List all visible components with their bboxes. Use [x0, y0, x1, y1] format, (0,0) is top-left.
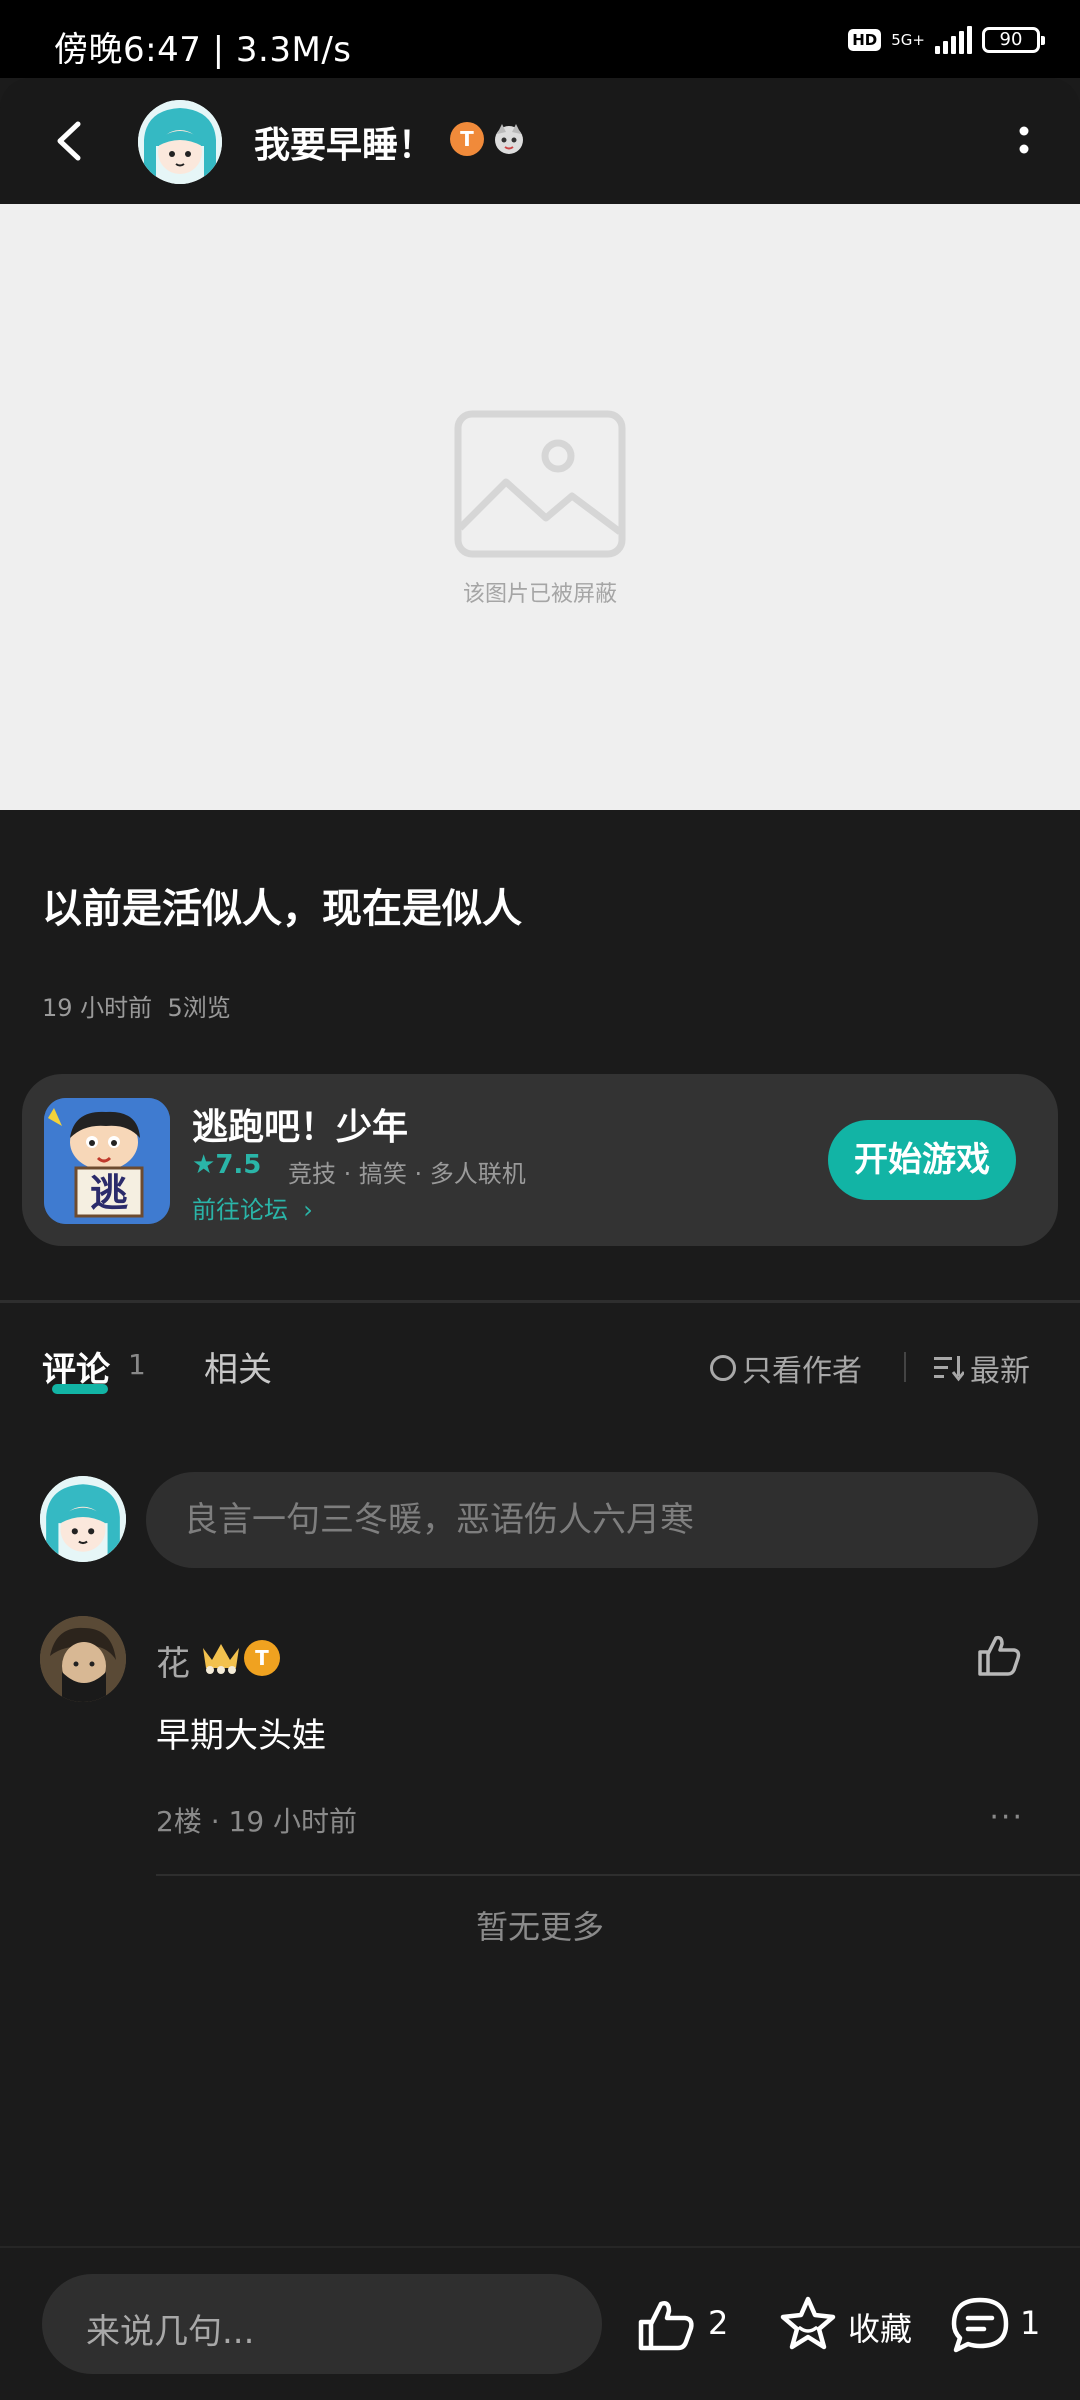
sort-label[interactable]: 最新 — [970, 1346, 1030, 1390]
no-more-text: 暂无更多 — [475, 1908, 604, 1946]
game-icon[interactable]: 逃 — [44, 1098, 170, 1224]
level-badge-icon: T — [450, 122, 484, 156]
start-game-button[interactable]: 开始游戏 — [828, 1120, 1016, 1200]
comment-more-icon[interactable]: ··· — [989, 1800, 1024, 1835]
tab-comments-count: 1 — [128, 1348, 146, 1381]
game-forum-link[interactable]: 前往论坛 › — [192, 1190, 313, 1225]
chevron-right-icon: › — [295, 1196, 313, 1224]
star-icon: ★ — [192, 1150, 216, 1180]
post-title: 以前是活似人，现在是似人 — [42, 886, 522, 932]
hd-icon: HD — [848, 29, 882, 51]
post-views: 5浏览 — [167, 994, 231, 1022]
section-divider — [0, 1300, 1080, 1303]
post-time: 19 小时前 — [42, 994, 153, 1022]
crown-icon — [203, 1644, 239, 1674]
game-tags: 竞技 · 搞笑 · 多人联机 — [288, 1160, 526, 1188]
comment-text: 早期大头娃 — [156, 1716, 326, 1756]
game-rating: ★7.5 — [192, 1150, 261, 1180]
more-vertical-icon[interactable] — [1004, 116, 1044, 166]
sort-icon — [934, 1356, 964, 1382]
star-favorite-icon[interactable] — [778, 2294, 838, 2354]
comment-count[interactable]: 1 — [1020, 2304, 1040, 2342]
battery-icon: 90 — [982, 27, 1045, 53]
comment-input[interactable] — [146, 1472, 1038, 1568]
post-header: 我要早睡！ T — [0, 78, 1080, 204]
bottom-comment-input[interactable]: 来说几句... — [42, 2274, 602, 2374]
author-only-filter[interactable]: 只看作者 — [710, 1346, 862, 1390]
character-badge-icon — [495, 124, 523, 154]
commenter-avatar[interactable] — [40, 1616, 126, 1702]
status-bar: 傍晚6:47 | 3.3M/s HD 5G+ 90 — [0, 0, 1080, 78]
radio-icon[interactable] — [710, 1355, 736, 1381]
rating-value: 7.5 — [215, 1150, 262, 1180]
author-only-label[interactable]: 只看作者 — [742, 1346, 862, 1390]
commenter-level-badge: T — [244, 1640, 280, 1676]
comment-like-icon[interactable] — [974, 1630, 1024, 1680]
image-placeholder-icon — [454, 410, 626, 558]
blocked-caption: 该图片已被屏蔽 — [462, 582, 617, 607]
tab-related[interactable]: 相关 — [204, 1342, 272, 1391]
back-arrow-icon[interactable] — [46, 116, 96, 166]
like-icon[interactable] — [636, 2296, 698, 2354]
comment-icon[interactable] — [950, 2296, 1010, 2354]
bottom-input-placeholder[interactable]: 来说几句... — [86, 2304, 254, 2353]
network-type: 5G+ — [891, 31, 925, 49]
active-tab-indicator — [52, 1384, 108, 1394]
author-avatar[interactable] — [138, 100, 222, 184]
comment-divider — [156, 1874, 1080, 1876]
post-image-blocked: 该图片已被屏蔽 — [0, 204, 1080, 810]
my-avatar — [40, 1476, 126, 1562]
bottom-bar-border — [0, 2246, 1080, 2248]
author-name[interactable]: 我要早睡！ — [254, 116, 434, 168]
post-meta: 19 小时前 5浏览 — [42, 988, 231, 1023]
game-name[interactable]: 逃跑吧！少年 — [192, 1098, 408, 1150]
commenter-name[interactable]: 花 — [156, 1636, 190, 1685]
filter-separator — [904, 1352, 906, 1382]
sort-filter[interactable]: 最新 — [934, 1346, 1030, 1390]
status-icons: HD 5G+ 90 — [848, 26, 1045, 54]
like-count[interactable]: 2 — [708, 2304, 728, 2342]
game-icon-text: 逃 — [90, 1171, 128, 1215]
status-time: 傍晚6:47 | 3.3M/s — [54, 30, 352, 70]
favorite-label[interactable]: 收藏 — [848, 2304, 912, 2350]
comment-meta: 2楼 · 19 小时前 — [156, 1805, 358, 1838]
signal-icon — [935, 26, 972, 54]
game-card[interactable]: 逃 逃跑吧！少年 ★7.5 竞技 · 搞笑 · 多人联机 前往论坛 › 开始游戏 — [22, 1074, 1058, 1246]
forum-link-label[interactable]: 前往论坛 — [192, 1196, 288, 1224]
